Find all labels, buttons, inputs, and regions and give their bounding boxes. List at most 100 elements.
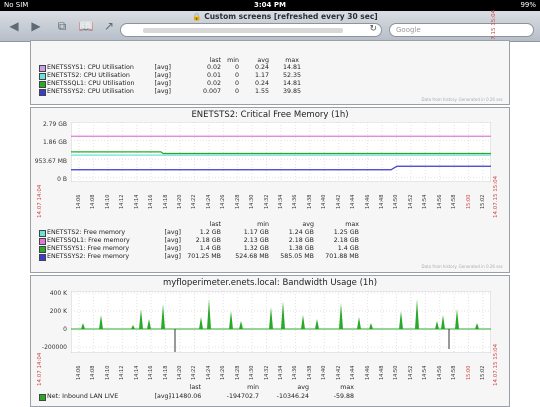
- legend-avg: 1.17: [254, 72, 269, 79]
- col-header-max: max: [285, 57, 299, 64]
- x-tick: 14:52: [407, 365, 414, 380]
- x-tick: 14:20: [177, 365, 183, 380]
- search-input[interactable]: Google: [389, 23, 534, 37]
- legend-name: ENETSSYS2: CPU Utilisation: [47, 88, 134, 95]
- legend-row: ENETSSYS1: Free memory [avg] 1.4 GB 1.32 GB…: [39, 245, 399, 253]
- x-tick: 14:56: [436, 365, 443, 380]
- x-tick: 14:48: [379, 365, 385, 380]
- legend-agg: [avg]: [164, 237, 182, 244]
- page-title: 🔒 Custom screens [refreshed every 30 sec…: [192, 12, 378, 21]
- x-tick: 14:30: [249, 365, 256, 380]
- legend-name: Net: Inbound LAN LIVE: [47, 393, 119, 400]
- legend-min: 2.13 GB: [243, 237, 269, 244]
- chart-title: ENETSTS2: Critical Free Memory (1h): [191, 110, 349, 120]
- refresh-icon[interactable]: ↻: [369, 24, 377, 34]
- legend-row: ENETSTS2: Free memory [avg] 1.2 GB 1.17 GB 1…: [39, 229, 399, 237]
- x-tick: 14:06: [76, 194, 82, 209]
- x-tick: 15:02: [480, 365, 486, 380]
- x-tick: 15:00: [465, 365, 472, 380]
- col-header-last: last: [209, 221, 221, 228]
- x-tick: 14:10: [104, 365, 111, 380]
- legend-row: ENETSSYS1: CPU Utilisation [avg] 0.02 0 0.24…: [39, 64, 339, 72]
- legend-agg: [avg]: [154, 80, 172, 87]
- legend-avg: 1.24 GB: [288, 229, 314, 236]
- x-tick: 14:08: [90, 365, 97, 380]
- x-tick: 14:48: [379, 194, 385, 209]
- x-tick: 14:24: [205, 194, 212, 209]
- legend-row: ENETSSQL1: Free memory [avg] 2.18 GB 2.13 G…: [39, 237, 399, 245]
- date-right: 14.07.15 15:04: [493, 343, 499, 386]
- x-tick: 14:28: [234, 365, 241, 380]
- bandwidth-plot: [71, 291, 491, 353]
- tabs-icon[interactable]: ⧉: [54, 19, 70, 33]
- x-tick: 14:34: [278, 194, 284, 209]
- legend-min: 1.32 GB: [243, 245, 269, 252]
- url-text: [143, 28, 343, 33]
- x-tick: 14:30: [249, 194, 256, 209]
- x-tick: 14:42: [335, 194, 342, 209]
- y-tick: -200000: [41, 344, 67, 351]
- legend-agg: [avg]: [154, 64, 172, 71]
- x-tick: 15:02: [480, 194, 486, 209]
- status-bar: No SIM 3:04 PM 99%: [0, 0, 540, 11]
- legend-min: 0: [234, 72, 239, 79]
- legend-last: -11480.06: [169, 393, 202, 400]
- share-icon[interactable]: ↗: [101, 19, 117, 33]
- back-icon[interactable]: ◀: [6, 19, 22, 33]
- x-tick: 14:08: [90, 194, 97, 209]
- legend-name: ENETSTS2: CPU Utilisation: [47, 72, 130, 79]
- legend-name: ENETSSQL1: CPU Utilisation: [47, 80, 135, 87]
- legend-max: 2.18 GB: [333, 237, 359, 244]
- x-tick: 14:44: [350, 365, 357, 380]
- y-tick: 953.67 MB: [34, 158, 67, 165]
- panel-bandwidth: myfloperimeter.enets.local: Bandwidth Us…: [30, 275, 510, 407]
- x-tick: 14:44: [350, 194, 357, 209]
- browser-toolbar: ◀ ▶ ⧉ 📖 ↗ 🔒 Custom screens [refreshed ev…: [0, 11, 540, 42]
- legend-row: ENETSTS2: CPU Utilisation [avg] 0.01 0 1.17 5…: [39, 72, 339, 80]
- legend-swatch: [39, 254, 46, 261]
- x-tick: 14:50: [393, 365, 400, 380]
- legend-agg: [avg]: [154, 72, 172, 79]
- legend-min: 0: [234, 88, 239, 95]
- legend-swatch: [39, 81, 46, 88]
- col-header-max: max: [340, 384, 354, 391]
- x-axis: 14:06 14:08 14:10 14:12 14:14 14:16 14:18 14:20…: [71, 185, 491, 215]
- legend-agg: [avg]: [164, 253, 182, 260]
- x-tick: 14:12: [119, 194, 126, 209]
- forward-icon[interactable]: ▶: [28, 19, 44, 33]
- x-tick: 14:16: [148, 365, 155, 380]
- legend-last: 1.4 GB: [199, 245, 221, 252]
- legend-swatch: [39, 89, 46, 96]
- legend-max: 39.85: [282, 88, 301, 95]
- legend-max: 14.81: [282, 80, 301, 87]
- memory-plot: [71, 122, 491, 182]
- legend-swatch: [39, 65, 46, 72]
- y-tick: 0 B: [57, 176, 67, 183]
- bookmarks-icon[interactable]: 📖: [78, 19, 94, 33]
- legend-row: ENETSSYS2: CPU Utilisation [avg] 0.007 0 1.5…: [39, 88, 339, 96]
- x-tick: 14:20: [177, 194, 183, 209]
- legend-row: ENETSSQL1: CPU Utilisation [avg] 0.02 0 0.24…: [39, 80, 339, 88]
- x-tick: 14:36: [292, 365, 299, 380]
- x-axis: 14:06 14:08 14:10 14:12 14:14 14:16 14:18 14:20…: [71, 356, 491, 386]
- col-header-avg: avg: [297, 384, 309, 391]
- legend-min: 0: [234, 80, 239, 87]
- battery-indicator: 99%: [520, 1, 536, 9]
- legend-agg: [avg]: [154, 88, 172, 95]
- x-tick: 14:28: [234, 194, 241, 209]
- x-tick: 14:46: [364, 194, 371, 209]
- legend-max: 14.81: [282, 64, 301, 71]
- x-tick: 14:46: [364, 365, 371, 380]
- col-header-avg: avg: [302, 221, 314, 228]
- y-tick: 400 K: [49, 290, 67, 297]
- x-tick: 14:18: [162, 194, 169, 209]
- credit-text: Data from history. Generated in 0.26 sec: [421, 264, 503, 269]
- lock-icon: 🔒: [192, 12, 202, 21]
- x-tick: 14:40: [321, 194, 328, 209]
- col-header-max: max: [345, 221, 359, 228]
- panel-memory: ENETSTS2: Critical Free Memory (1h) 2.79…: [30, 107, 510, 273]
- address-bar[interactable]: ↻: [120, 23, 382, 37]
- x-tick: 14:58: [451, 194, 458, 209]
- x-tick: 14:36: [292, 194, 299, 209]
- x-tick: 14:54: [422, 194, 429, 209]
